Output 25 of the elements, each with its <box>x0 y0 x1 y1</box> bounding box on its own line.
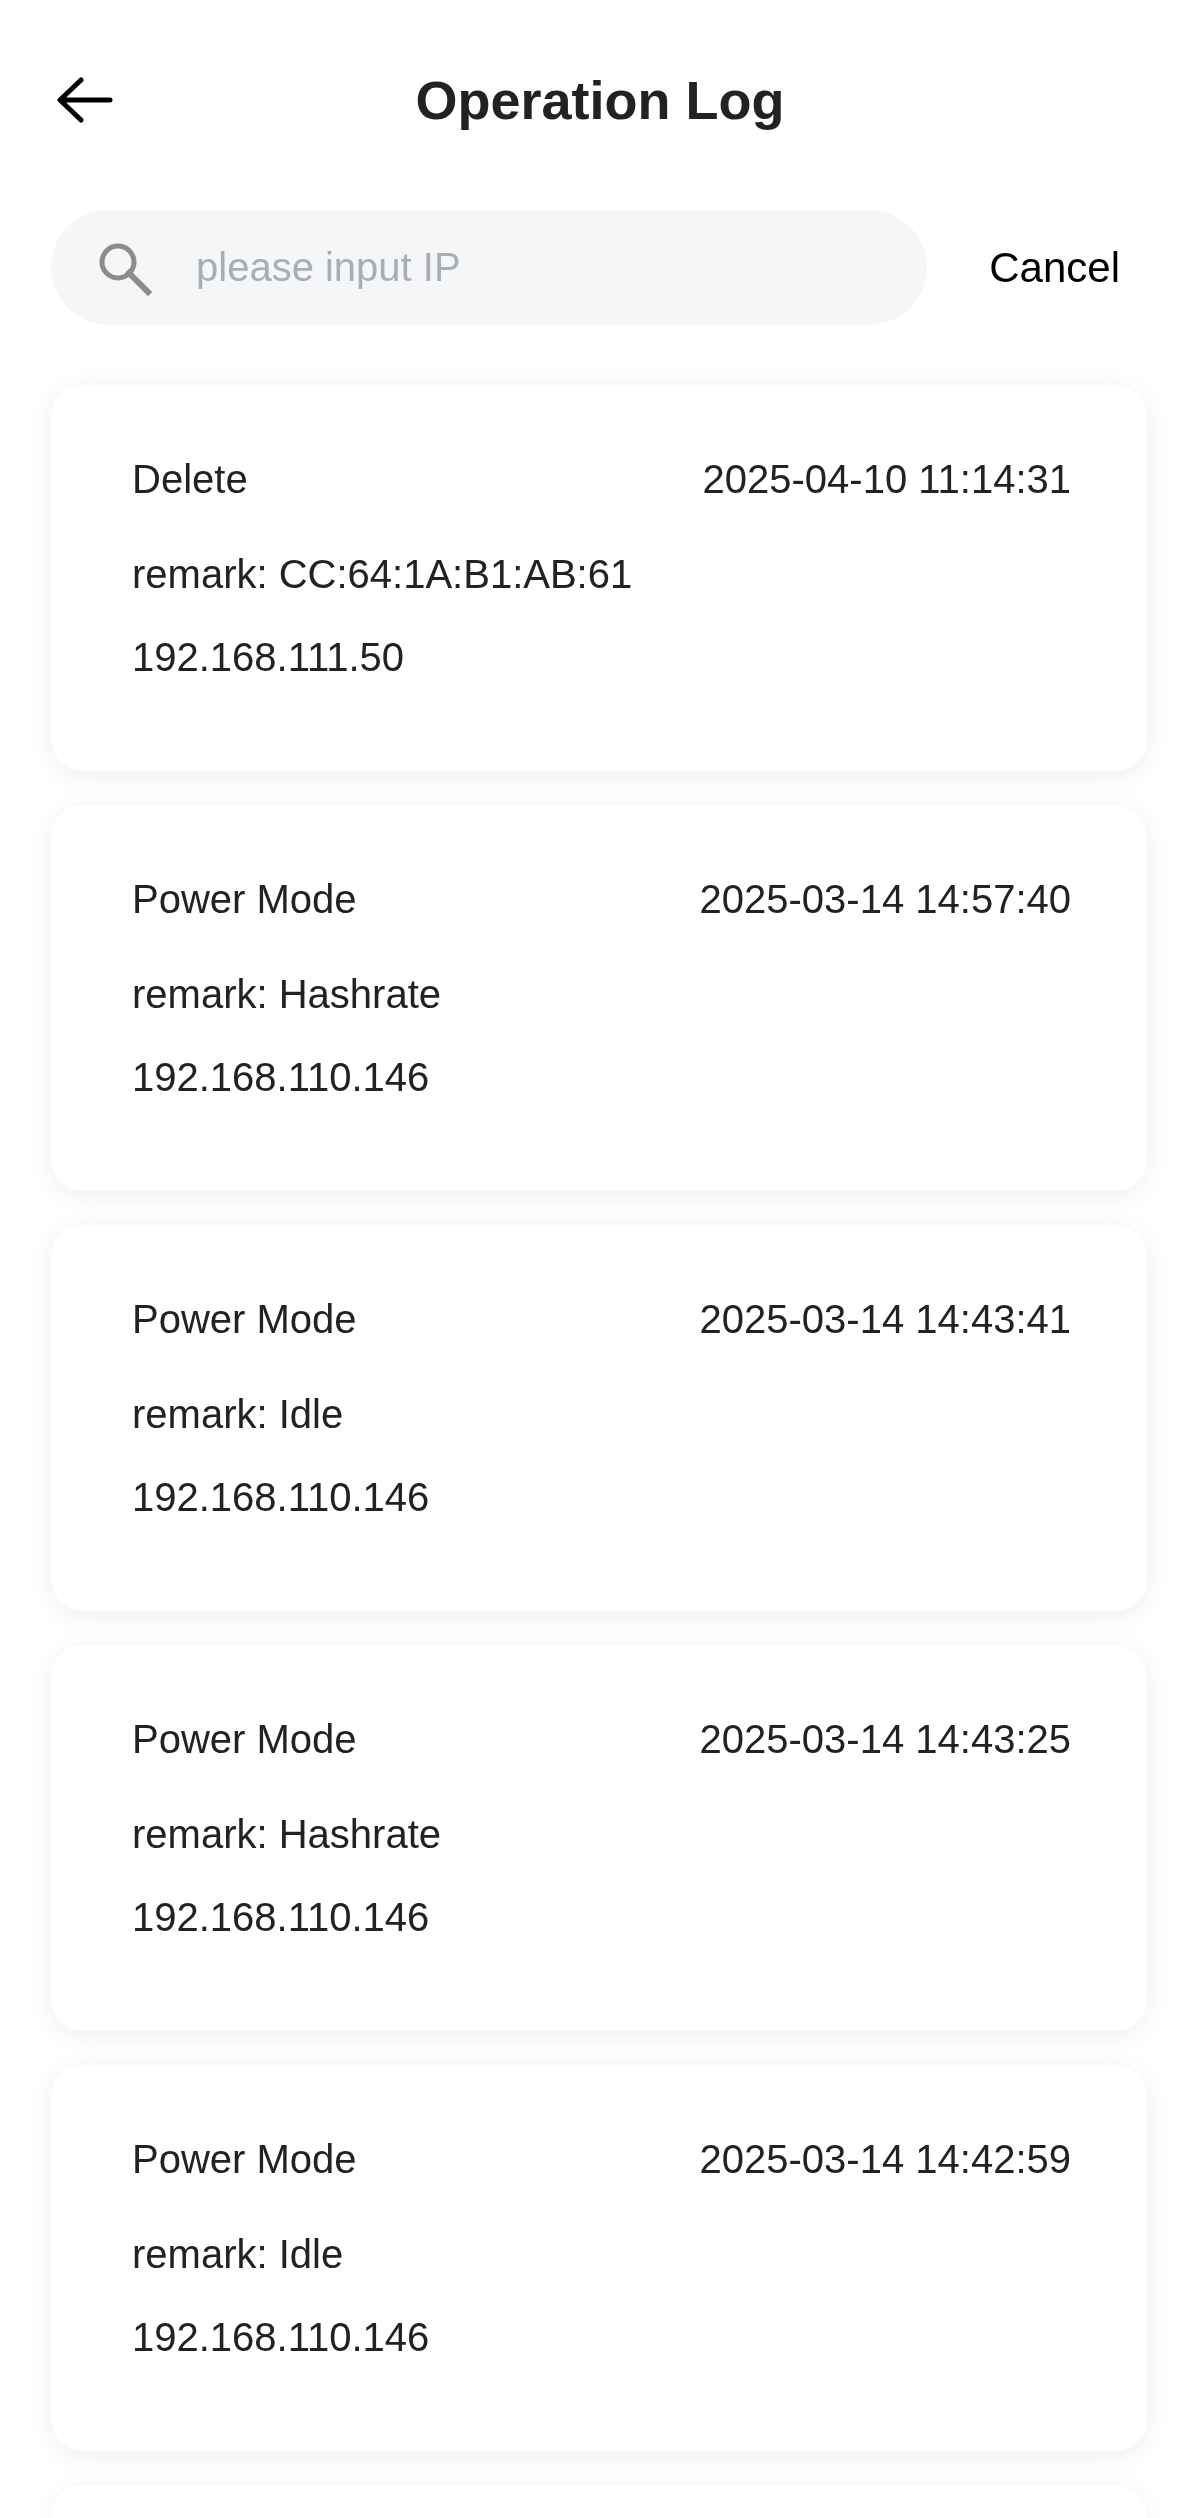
ip-address: 192.168.110.146 <box>132 1894 430 1941</box>
remark-text: remark: CC:64:1A:B1:AB:61 <box>132 551 633 598</box>
remark-text: remark: Hashrate <box>132 971 441 1018</box>
action-label: Delete <box>132 456 248 503</box>
ip-address: 192.168.110.146 <box>132 1054 430 1101</box>
action-label: Power Mode <box>132 1296 357 1343</box>
page-title: Operation Log <box>415 69 785 132</box>
timestamp: 2025-03-14 14:43:41 <box>699 1296 1071 1343</box>
back-arrow-icon <box>57 77 113 123</box>
action-label: Power Mode <box>132 2136 357 2183</box>
timestamp: 2025-03-14 14:42:59 <box>699 2136 1071 2183</box>
action-label: Power Mode <box>132 876 357 923</box>
ip-address: 192.168.111.50 <box>132 634 405 681</box>
timestamp: 2025-03-14 14:43:25 <box>699 1716 1071 1763</box>
search-input[interactable]: please input IP <box>196 241 888 294</box>
cancel-button[interactable]: Cancel <box>989 241 1120 294</box>
search-bar[interactable]: please input IP <box>51 210 928 325</box>
remark-text: remark: Idle <box>132 1391 344 1438</box>
remark-text: remark: Hashrate <box>132 1811 441 1858</box>
remark-text: remark: Idle <box>132 2231 344 2278</box>
timestamp: 2025-04-10 11:14:31 <box>702 456 1071 503</box>
ip-address: 192.168.110.146 <box>132 1474 430 1521</box>
action-label: Power Mode <box>132 1716 357 1763</box>
timestamp: 2025-03-14 14:57:40 <box>699 876 1071 923</box>
ip-address: 192.168.110.146 <box>132 2314 430 2361</box>
